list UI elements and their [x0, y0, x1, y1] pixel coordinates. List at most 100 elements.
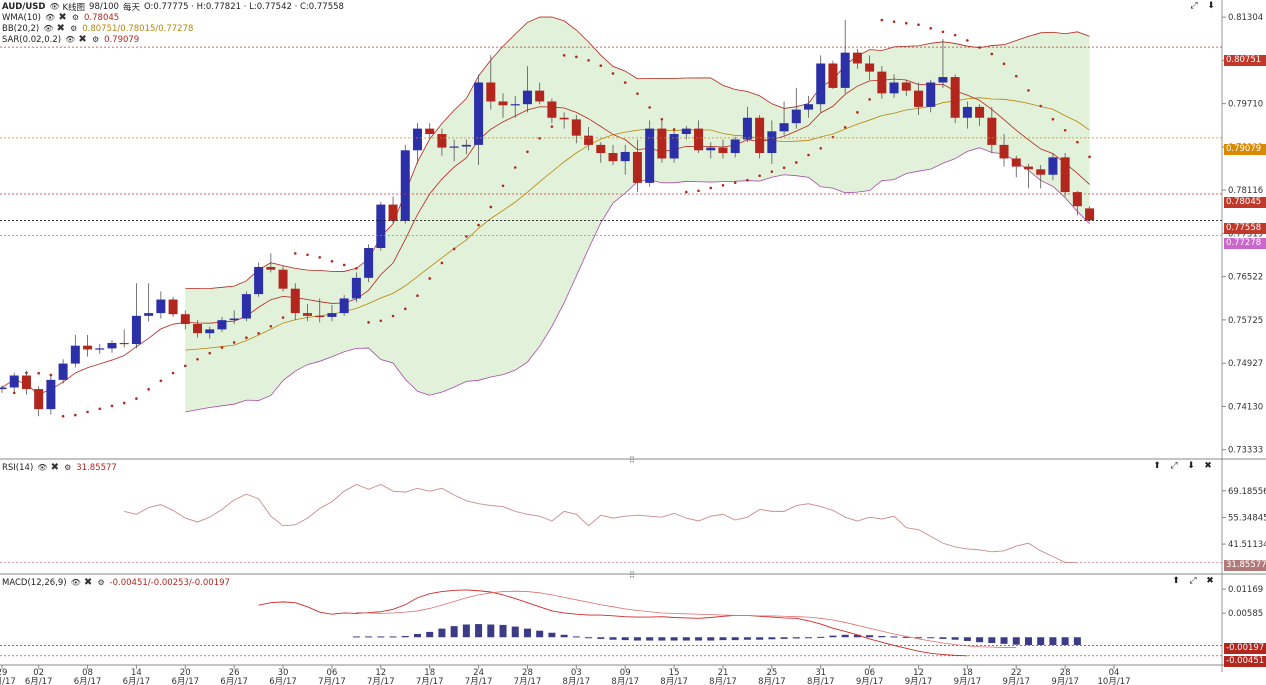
gear-icon[interactable]: ⚙: [97, 578, 106, 587]
sar-dot: [220, 346, 224, 349]
expand-icon[interactable]: ⤢: [1189, 1, 1199, 11]
sar-dot: [660, 117, 664, 121]
sar-dot: [293, 252, 297, 255]
macd-histogram-bar: [1061, 637, 1069, 646]
x-axis-month-label: 7月/17: [367, 677, 395, 685]
candle-up: [156, 299, 166, 314]
macd-tag-macd: -0.00451: [1224, 656, 1266, 667]
macd-histogram-bar: [1073, 637, 1081, 646]
sar-dot: [208, 351, 212, 355]
ohlc-readout: O:0.77775 · H:0.77821 · L:0.77542 · C:0.…: [143, 1, 344, 12]
candle-up: [339, 298, 349, 314]
wma-legend: WMA(10) 👁 ✖ ⚙ 0.78045: [2, 12, 119, 23]
eye-icon[interactable]: 👁: [45, 13, 55, 22]
macd-histogram-bar: [829, 635, 837, 638]
gear-icon[interactable]: ⚙: [63, 463, 72, 472]
gear-icon[interactable]: ⚙: [69, 24, 78, 33]
price-axis-label: 0.78116: [1228, 186, 1263, 196]
candle-up: [779, 123, 789, 132]
candle-down: [486, 82, 496, 102]
sar-dot: [98, 407, 102, 411]
eye-icon[interactable]: 👁: [43, 24, 53, 33]
macd-histogram-bar: [499, 624, 507, 638]
rsi-axis-label: 69.18556: [1228, 487, 1266, 497]
sar-dot: [269, 324, 273, 328]
price-axis-label: 0.74927: [1228, 359, 1263, 369]
macd-histogram-bar: [731, 637, 739, 641]
macd-histogram-bar: [377, 636, 385, 638]
gear-icon[interactable]: ⚙: [71, 13, 80, 22]
macd-histogram-bar: [536, 630, 544, 638]
close-icon[interactable]: ✖: [1203, 461, 1213, 471]
macd-histogram-bar: [890, 636, 898, 638]
close-icon[interactable]: ✖: [78, 35, 87, 45]
macd-histogram-bar: [682, 637, 690, 641]
macd-histogram-bar: [878, 636, 886, 638]
candle-up: [9, 375, 19, 388]
macd-histogram-bar: [621, 637, 629, 641]
sar-dot: [403, 307, 407, 311]
sar-dot: [379, 319, 383, 323]
x-axis-month-label: 8月/17: [611, 677, 639, 685]
x-axis-month-label: 5月/17: [0, 677, 16, 685]
candle-down: [718, 147, 728, 154]
close-icon[interactable]: ✖: [84, 578, 93, 588]
macd-histogram-bar: [670, 637, 678, 641]
x-axis-month-label: 6月/17: [74, 677, 102, 685]
macd-histogram-bar: [609, 637, 617, 640]
candle-up: [730, 139, 740, 154]
close-icon[interactable]: ✖: [50, 463, 59, 473]
macd-histogram-bar: [560, 634, 568, 638]
candle-down: [34, 389, 44, 410]
sar-dot: [550, 125, 554, 128]
x-axis-month-label: 6月/17: [123, 677, 151, 685]
candle-down: [596, 144, 606, 154]
macd-histogram-bar: [401, 636, 409, 638]
candle-up: [131, 315, 141, 345]
sar-dot: [733, 181, 737, 184]
macd-histogram-bar: [976, 637, 984, 643]
sar-dot: [1039, 104, 1042, 108]
move-up-icon[interactable]: ⬆: [1152, 461, 1162, 471]
candle-down: [168, 299, 178, 315]
candle-up: [217, 320, 227, 330]
rsi-pane-controls: ⬆ ⤢ ⬇ ✖: [1152, 461, 1213, 471]
sar-dot: [1002, 62, 1006, 66]
sar-dot: [953, 33, 957, 37]
candle-down: [584, 135, 594, 145]
expand-icon[interactable]: ⤢: [1188, 576, 1198, 586]
sar-dot: [37, 371, 40, 375]
candle-up: [840, 52, 850, 88]
eye-icon[interactable]: 👁: [37, 463, 47, 472]
expand-icon[interactable]: ⤢: [1169, 461, 1179, 471]
eye-icon[interactable]: 👁: [65, 35, 75, 44]
sar-dot: [807, 153, 810, 157]
sar-dot: [245, 336, 248, 340]
sar-dot: [636, 92, 639, 95]
sar-dot: [281, 316, 285, 319]
macd-histogram-bar: [597, 637, 605, 639]
move-down-icon[interactable]: ⬇: [1206, 1, 1216, 11]
eye-icon[interactable]: 👁: [49, 2, 59, 11]
bb-label: BB(20,2): [2, 23, 40, 34]
sar-dot: [966, 39, 969, 42]
x-axis-month-label: 8月/17: [563, 677, 591, 685]
sar-dot: [526, 150, 529, 154]
close-icon[interactable]: ✖: [1205, 576, 1215, 586]
rsi-value: 31.85577: [76, 462, 117, 473]
close-icon[interactable]: ✖: [58, 13, 67, 23]
move-up-icon[interactable]: ⬆: [1171, 576, 1181, 586]
gear-icon[interactable]: ⚙: [91, 35, 100, 44]
macd-histogram-bar: [365, 636, 373, 638]
eye-icon[interactable]: 👁: [71, 578, 81, 587]
candle-up: [767, 131, 777, 154]
rsi-label: RSI(14): [2, 462, 34, 473]
macd-histogram-bar: [548, 632, 556, 638]
move-down-icon[interactable]: ⬇: [1186, 461, 1196, 471]
candle-down: [877, 71, 887, 94]
counter-label: 98/100: [89, 1, 119, 12]
sar-dot: [721, 183, 725, 187]
sar-dot: [868, 98, 871, 101]
candle-up: [144, 313, 154, 316]
close-icon[interactable]: ✖: [56, 24, 65, 34]
